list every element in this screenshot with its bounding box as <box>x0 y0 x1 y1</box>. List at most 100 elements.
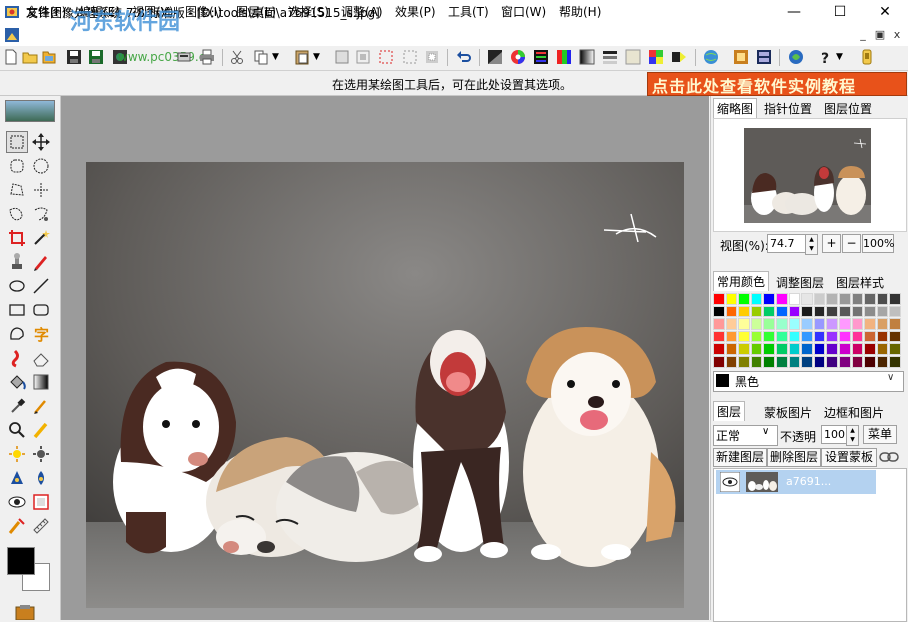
foreground-color-front[interactable] <box>7 547 35 575</box>
red-eye-tool[interactable] <box>6 491 28 513</box>
color-swatch[interactable] <box>851 293 864 305</box>
color-swatch[interactable] <box>738 305 750 318</box>
tab-mask-images[interactable]: 蒙板图片 <box>764 404 812 421</box>
menu-tools[interactable]: 工具(T) <box>448 3 489 20</box>
invert-selection-icon[interactable] <box>424 49 440 65</box>
save-icon[interactable] <box>66 49 82 65</box>
pencil-tool[interactable] <box>30 251 52 273</box>
menu-adjust[interactable]: 调整(A) <box>341 3 383 20</box>
color-swatch[interactable] <box>851 330 864 343</box>
cut-icon[interactable] <box>229 49 245 65</box>
menu-effects[interactable]: 效果(P) <box>395 3 436 20</box>
texture-icon[interactable] <box>625 49 641 65</box>
color-swatch[interactable] <box>851 305 864 318</box>
polygon-shape-tool[interactable] <box>6 323 28 345</box>
chevron-down-icon[interactable]: ∨ <box>762 426 769 437</box>
color-swatch[interactable] <box>864 330 876 343</box>
color-swatch[interactable] <box>864 293 876 305</box>
color-swatch[interactable] <box>801 318 813 330</box>
color-swatch[interactable] <box>750 356 763 368</box>
color-swatch[interactable] <box>801 305 813 318</box>
color-swatch[interactable] <box>839 305 851 318</box>
color-swatch[interactable] <box>738 293 750 305</box>
color-swatch[interactable] <box>738 356 750 368</box>
line-tool[interactable] <box>30 275 52 297</box>
color-swatch[interactable] <box>788 343 801 355</box>
color-swatch[interactable] <box>839 343 851 355</box>
film-icon[interactable] <box>756 49 772 65</box>
minimize-button[interactable]: — <box>771 0 817 24</box>
arrow-effect-icon[interactable] <box>671 49 687 65</box>
lasso-tool[interactable] <box>6 179 28 201</box>
color-swatch[interactable] <box>864 318 876 330</box>
color-swatch[interactable] <box>763 293 775 305</box>
frame-tool[interactable] <box>30 491 52 513</box>
magnetic-lasso-tool[interactable] <box>30 203 52 225</box>
freehand-select-tool[interactable] <box>6 203 28 225</box>
color-wheel-icon[interactable] <box>510 49 526 65</box>
color-swatch[interactable] <box>889 356 901 368</box>
ellipse-select-tool[interactable] <box>30 155 52 177</box>
copy-icon[interactable] <box>253 49 269 65</box>
save-as-icon[interactable] <box>88 49 104 65</box>
color-swatch[interactable] <box>750 293 763 305</box>
zoom-input[interactable]: 74.7 <box>767 234 809 253</box>
chevron-down-icon[interactable]: ∨ <box>887 372 894 383</box>
color-swatch[interactable] <box>839 330 851 343</box>
gradient-tool[interactable] <box>30 371 52 393</box>
color-swatch[interactable] <box>763 305 775 318</box>
color-swatch[interactable] <box>788 305 801 318</box>
layer-menu-button[interactable]: 菜单 <box>863 425 897 444</box>
help-dropdown-icon[interactable]: ▼ <box>836 52 843 62</box>
mdi-close-button[interactable]: x <box>889 27 905 42</box>
color-swatch[interactable] <box>788 356 801 368</box>
menu-image[interactable]: 图像(I) <box>185 3 222 20</box>
color-swatch[interactable] <box>725 318 738 330</box>
color-swatch[interactable] <box>713 356 725 368</box>
clone-stamp-tool[interactable] <box>6 251 28 273</box>
color-swatch[interactable] <box>889 293 901 305</box>
web-globe-icon[interactable] <box>703 49 719 65</box>
deselect-icon[interactable] <box>402 49 418 65</box>
color-swatch[interactable] <box>889 305 901 318</box>
color-swatch[interactable] <box>776 305 788 318</box>
menu-select[interactable]: 选择(S) <box>288 3 329 20</box>
color-swatch[interactable] <box>725 330 738 343</box>
undo-icon[interactable] <box>456 49 472 65</box>
link-icon[interactable] <box>879 449 899 465</box>
ruler-tool[interactable] <box>30 515 52 537</box>
move-tool[interactable] <box>30 131 52 153</box>
color-swatch[interactable] <box>876 293 889 305</box>
tab-pointer-position[interactable]: 指针位置 <box>764 100 812 117</box>
color-swatch[interactable] <box>713 293 725 305</box>
blur-tool[interactable] <box>30 467 52 489</box>
color-swatch[interactable] <box>864 356 876 368</box>
color-swatch[interactable] <box>750 343 763 355</box>
color-swatch[interactable] <box>851 343 864 355</box>
color-swatch[interactable] <box>826 343 838 355</box>
color-swatch[interactable] <box>864 305 876 318</box>
burn-tool[interactable] <box>30 443 52 465</box>
color-swatch[interactable] <box>725 343 738 355</box>
mdi-restore-button[interactable]: ▣ <box>872 27 888 42</box>
polygon-lasso-tool[interactable] <box>30 179 52 201</box>
hue-saturation-icon[interactable] <box>533 49 549 65</box>
color-swatch[interactable] <box>839 356 851 368</box>
color-palette-icon[interactable] <box>648 49 664 65</box>
magic-wand-tool[interactable] <box>30 227 52 249</box>
color-swatch[interactable] <box>826 318 838 330</box>
color-swatch[interactable] <box>776 330 788 343</box>
color-swatch[interactable] <box>713 330 725 343</box>
delete-layer-button[interactable]: 删除图层 <box>767 448 821 467</box>
color-swatch[interactable] <box>801 330 813 343</box>
color-swatch[interactable] <box>826 356 838 368</box>
color-swatch[interactable] <box>713 305 725 318</box>
color-swatch[interactable] <box>788 293 801 305</box>
open-folder-icon[interactable] <box>22 49 38 65</box>
color-swatch[interactable] <box>738 330 750 343</box>
zoom-tool[interactable] <box>6 419 28 441</box>
color-swatch[interactable] <box>813 330 826 343</box>
tab-common-colors[interactable]: 常用颜色 <box>713 271 770 291</box>
text-tool[interactable]: 字 <box>30 323 52 345</box>
color-swatch[interactable] <box>763 318 775 330</box>
